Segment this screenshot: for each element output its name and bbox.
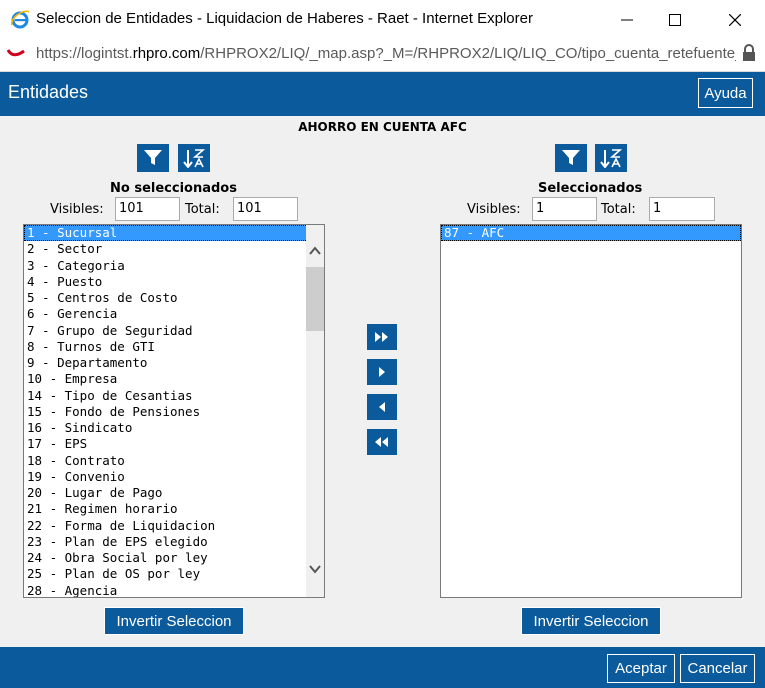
minimize-icon — [621, 19, 633, 21]
list-item[interactable]: 15 - Fondo de Pensiones — [24, 404, 324, 420]
left-total-field[interactable]: 101 — [233, 197, 298, 221]
site-logo-icon — [7, 49, 25, 57]
list-item[interactable]: 17 - EPS — [24, 436, 324, 452]
move-left-button[interactable] — [367, 394, 397, 420]
right-invert-selection-button[interactable]: Invertir Seleccion — [521, 607, 661, 635]
list-item[interactable]: 9 - Departamento — [24, 355, 324, 371]
right-visibles-field[interactable]: 1 — [532, 197, 597, 221]
selected-listbox[interactable]: 87 - AFC — [440, 224, 742, 598]
sort-za-icon — [183, 149, 205, 168]
list-item[interactable]: 25 - Plan de OS por ley — [24, 566, 324, 582]
chevron-right-icon — [379, 367, 385, 377]
right-total-label: Total: — [601, 202, 636, 217]
list-item[interactable]: 28 - Agencia — [24, 583, 324, 598]
right-total-field[interactable]: 1 — [649, 197, 715, 221]
filter-icon — [144, 150, 162, 165]
left-invert-selection-button[interactable]: Invertir Seleccion — [104, 607, 244, 635]
list-item[interactable]: 3 - Categoria — [24, 258, 324, 274]
left-sort-button[interactable] — [178, 144, 210, 172]
cancel-button[interactable]: Cancelar — [680, 654, 755, 683]
chevron-left-icon — [379, 402, 385, 412]
list-item[interactable]: 4 - Puesto — [24, 274, 324, 290]
close-icon — [729, 14, 741, 26]
scroll-thumb[interactable] — [306, 267, 324, 331]
list-item[interactable]: 16 - Sindicato — [24, 420, 324, 436]
double-chevron-left-icon — [375, 437, 388, 447]
sort-za-icon — [600, 149, 622, 168]
internet-explorer-icon — [11, 10, 30, 29]
help-button[interactable]: Ayuda — [698, 78, 753, 108]
page-header: Entidades — [0, 72, 765, 116]
list-item[interactable]: 2 - Sector — [24, 241, 324, 257]
chevron-down-icon[interactable] — [309, 563, 321, 575]
right-visibles-label: Visibles: — [467, 202, 521, 217]
left-filter-button[interactable] — [137, 144, 169, 172]
move-all-left-button[interactable] — [367, 429, 397, 455]
list-item[interactable]: 14 - Tipo de Cesantias — [24, 388, 324, 404]
list-item[interactable]: 22 - Forma de Liquidacion — [24, 518, 324, 534]
maximize-icon — [669, 14, 681, 26]
left-visibles-field[interactable]: 101 — [115, 197, 180, 221]
list-item[interactable]: 21 - Regimen horario — [24, 501, 324, 517]
left-panel-title: No seleccionados — [110, 181, 237, 196]
selected-list: 87 - AFC — [441, 225, 741, 242]
address-bar[interactable]: https://logintst.rhpro.com/RHPROX2/LIQ/_… — [0, 38, 765, 72]
list-item[interactable]: 1 - Sucursal — [24, 225, 324, 242]
minimize-button[interactable] — [604, 6, 650, 34]
window-titlebar: Seleccion de Entidades - Liquidacion de … — [0, 0, 765, 38]
accept-button[interactable]: Aceptar — [607, 654, 675, 683]
list-item[interactable]: 5 - Centros de Costo — [24, 290, 324, 306]
move-right-button[interactable] — [367, 359, 397, 385]
filter-icon — [562, 150, 580, 165]
list-item[interactable]: 24 - Obra Social por ley — [24, 550, 324, 566]
unselected-list: 1 - Sucursal 2 - Sector 3 - Categoria 4 - P… — [24, 225, 324, 598]
list-item[interactable]: 23 - Plan de EPS elegido — [24, 534, 324, 550]
right-filter-button[interactable] — [555, 144, 587, 172]
list-item[interactable]: 20 - Lugar de Pago — [24, 485, 324, 501]
unselected-listbox[interactable]: 1 - Sucursal 2 - Sector 3 - Categoria 4 - P… — [23, 224, 325, 598]
lock-icon — [743, 44, 755, 61]
list-item[interactable]: 8 - Turnos de GTI — [24, 339, 324, 355]
left-total-label: Total: — [185, 202, 220, 217]
url-text[interactable]: https://logintst.rhpro.com/RHPROX2/LIQ/_… — [36, 45, 736, 62]
left-scrollbar[interactable] — [306, 225, 324, 597]
maximize-button[interactable] — [652, 6, 698, 34]
list-item[interactable]: 6 - Gerencia — [24, 306, 324, 322]
list-item[interactable]: 18 - Contrato — [24, 453, 324, 469]
list-item[interactable]: 10 - Empresa — [24, 371, 324, 387]
list-item[interactable]: 87 - AFC — [441, 225, 741, 242]
right-panel-title: Seleccionados — [538, 181, 643, 196]
left-visibles-label: Visibles: — [50, 202, 104, 217]
close-button[interactable] — [712, 6, 758, 34]
list-item[interactable]: 7 - Grupo de Seguridad — [24, 323, 324, 339]
double-chevron-right-icon — [375, 332, 388, 342]
chevron-up-icon[interactable] — [309, 245, 321, 257]
page-title: Entidades — [8, 82, 89, 102]
section-title: AHORRO EN CUENTA AFC — [298, 120, 467, 134]
list-item[interactable]: 19 - Convenio — [24, 469, 324, 485]
right-sort-button[interactable] — [595, 144, 627, 172]
window-title: Seleccion de Entidades - Liquidacion de … — [36, 10, 533, 27]
move-all-right-button[interactable] — [367, 324, 397, 350]
